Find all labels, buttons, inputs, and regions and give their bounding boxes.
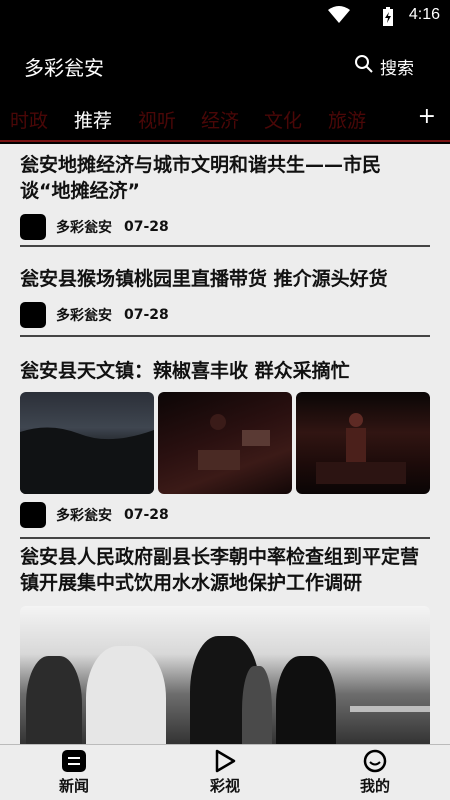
tab-tuijian[interactable]: 推荐 <box>74 106 112 133</box>
nav-video-label: 彩视 <box>209 777 240 795</box>
article-headline[interactable]: 瓮安县人民政府副县长李朝中率检查组到平定营镇开展集中式饮用水水源地保护工作调研 <box>20 544 430 596</box>
nav-news-label: 新闻 <box>58 777 89 795</box>
tab-jingji[interactable]: 经济 <box>201 106 239 133</box>
search-button[interactable]: 搜索 <box>354 54 414 79</box>
article-date: 07-28 <box>124 507 169 523</box>
nav-news[interactable]: 新闻 <box>29 749 119 796</box>
article-headline[interactable]: 瓮安地摊经济与城市文明和谐共生——市民谈“地摊经济” <box>20 152 430 204</box>
article-meta: 多彩瓮安 07-28 <box>20 214 430 240</box>
nav-video[interactable]: 彩视 <box>180 749 270 796</box>
tab-lvyou[interactable]: 旅游 <box>328 106 366 133</box>
app-title: 多彩瓮安 <box>24 56 104 80</box>
article-card[interactable]: 瓮安县天文镇：辣椒喜丰收 群众采摘忙 多彩瓮安 07-28 <box>20 358 430 528</box>
article-meta: 多彩瓮安 07-28 <box>20 502 430 528</box>
article-date: 07-28 <box>124 219 169 235</box>
article-headline[interactable]: 瓮安县猴场镇桃园里直播带货 推介源头好货 <box>20 266 430 292</box>
article-card[interactable]: 瓮安县猴场镇桃园里直播带货 推介源头好货 多彩瓮安 07-28 <box>20 266 430 328</box>
article-meta: 多彩瓮安 07-28 <box>20 302 430 328</box>
app-header: 多彩瓮安 搜索 <box>0 32 450 98</box>
bottom-nav: 新闻 彩视 我的 <box>0 744 450 800</box>
article-thumbnail[interactable] <box>296 392 430 494</box>
add-tab-button[interactable]: + <box>418 104 436 129</box>
status-bar: 4:16 <box>0 0 450 32</box>
article-card[interactable]: 瓮安县人民政府副县长李朝中率检查组到平定营镇开展集中式饮用水水源地保护工作调研 <box>20 544 430 744</box>
profile-icon <box>330 749 420 773</box>
search-icon <box>354 54 374 79</box>
tab-shiting[interactable]: 视听 <box>138 106 176 133</box>
source-avatar <box>20 214 46 240</box>
search-label: 搜索 <box>380 59 414 79</box>
tab-wenhua[interactable]: 文化 <box>264 106 302 133</box>
nav-profile-label: 我的 <box>359 777 390 795</box>
article-source: 多彩瓮安 <box>56 308 112 324</box>
article-thumbnail[interactable] <box>20 392 154 494</box>
article-thumbnails <box>20 392 430 494</box>
tab-shizheng[interactable]: 时政 <box>10 106 48 133</box>
nav-profile[interactable]: 我的 <box>330 749 420 796</box>
article-thumbnail[interactable] <box>158 392 292 494</box>
category-tabs: 时政 推荐 视听 经济 文化 旅游 + <box>0 98 450 142</box>
article-headline[interactable]: 瓮安县天文镇：辣椒喜丰收 群众采摘忙 <box>20 358 430 384</box>
source-avatar <box>20 302 46 328</box>
article-date: 07-28 <box>124 307 169 323</box>
article-image[interactable] <box>20 606 430 744</box>
article-card[interactable]: 瓮安地摊经济与城市文明和谐共生——市民谈“地摊经济” 多彩瓮安 07-28 <box>20 152 430 240</box>
article-source: 多彩瓮安 <box>56 220 112 236</box>
divider <box>20 335 430 337</box>
divider <box>20 245 430 247</box>
news-icon <box>29 749 119 773</box>
wifi-icon <box>328 6 350 28</box>
play-icon <box>180 749 270 773</box>
news-feed[interactable]: 瓮安地摊经济与城市文明和谐共生——市民谈“地摊经济” 多彩瓮安 07-28 瓮安… <box>0 144 450 744</box>
battery-charging-icon <box>382 7 394 31</box>
source-avatar <box>20 502 46 528</box>
divider <box>20 537 430 539</box>
article-source: 多彩瓮安 <box>56 508 112 524</box>
status-time: 4:16 <box>408 6 440 23</box>
